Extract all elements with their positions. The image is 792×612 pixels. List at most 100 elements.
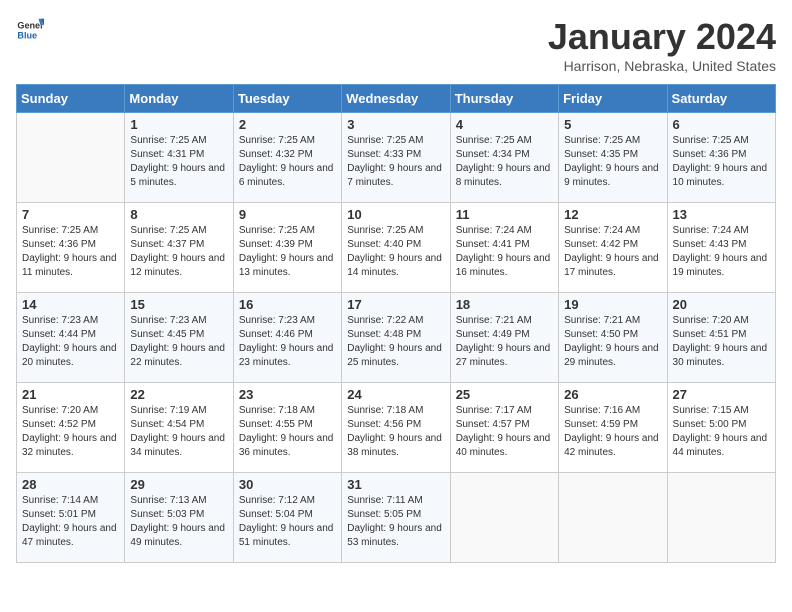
day-number: 17 (347, 297, 444, 312)
calendar-cell: 25 Sunrise: 7:17 AMSunset: 4:57 PMDayligh… (450, 383, 558, 473)
weekday-header-row: SundayMondayTuesdayWednesdayThursdayFrid… (17, 85, 776, 113)
day-info: Sunrise: 7:19 AMSunset: 4:54 PMDaylight:… (130, 404, 227, 460)
day-info: Sunrise: 7:21 AMSunset: 4:50 PMDaylight:… (564, 314, 661, 370)
day-number: 9 (239, 207, 336, 222)
day-info: Sunrise: 7:13 AMSunset: 5:03 PMDaylight:… (130, 494, 227, 550)
logo: General Blue (16, 16, 44, 44)
calendar-cell: 17Sunrise: 7:22 AMSunset: 4:48 PMDayligh… (342, 293, 450, 383)
day-number: 6 (673, 117, 770, 132)
day-info: Sunrise: 7:20 AMSunset: 4:52 PMDaylight:… (22, 404, 119, 460)
calendar-cell: 11Sunrise: 7:24 AMSunset: 4:41 PMDayligh… (450, 203, 558, 293)
calendar-cell (17, 113, 125, 203)
calendar-cell: 23Sunrise: 7:18 AMSunset: 4:55 PMDayligh… (233, 383, 341, 473)
svg-text:Blue: Blue (17, 30, 37, 40)
day-number: 5 (564, 117, 661, 132)
calendar-week-row: 28Sunrise: 7:14 AMSunset: 5:01 PMDayligh… (17, 473, 776, 563)
day-number: 20 (673, 297, 770, 312)
day-info: Sunrise: 7:24 AMSunset: 4:43 PMDaylight:… (673, 224, 770, 280)
calendar-cell: 1 Sunrise: 7:25 AMSunset: 4:31 PMDaylight… (125, 113, 233, 203)
day-number: 14 (22, 297, 119, 312)
calendar-cell: 31Sunrise: 7:11 AMSunset: 5:05 PMDayligh… (342, 473, 450, 563)
calendar-cell: 24 Sunrise: 7:18 AMSunset: 4:56 PMDayligh… (342, 383, 450, 473)
day-number: 4 (456, 117, 553, 132)
calendar-week-row: 1 Sunrise: 7:25 AMSunset: 4:31 PMDaylight… (17, 113, 776, 203)
day-number: 12 (564, 207, 661, 222)
calendar-cell: 15 Sunrise: 7:23 AMSunset: 4:45 PMDayligh… (125, 293, 233, 383)
calendar-cell: 13 Sunrise: 7:24 AMSunset: 4:43 PMDayligh… (667, 203, 775, 293)
day-info: Sunrise: 7:25 AMSunset: 4:37 PMDaylight:… (130, 224, 227, 280)
weekday-header-thursday: Thursday (450, 85, 558, 113)
day-info: Sunrise: 7:20 AMSunset: 4:51 PMDaylight:… (673, 314, 770, 370)
calendar-cell: 21 Sunrise: 7:20 AMSunset: 4:52 PMDayligh… (17, 383, 125, 473)
day-number: 3 (347, 117, 444, 132)
day-number: 27 (673, 387, 770, 402)
day-number: 7 (22, 207, 119, 222)
day-number: 30 (239, 477, 336, 492)
day-number: 26 (564, 387, 661, 402)
day-number: 25 (456, 387, 553, 402)
location-title: Harrison, Nebraska, United States (548, 58, 776, 74)
logo-icon: General Blue (16, 16, 44, 44)
day-info: Sunrise: 7:23 AMSunset: 4:45 PMDaylight:… (130, 314, 227, 370)
day-info: Sunrise: 7:23 AMSunset: 4:44 PMDaylight:… (22, 314, 119, 370)
day-number: 2 (239, 117, 336, 132)
calendar-cell: 18 Sunrise: 7:21 AMSunset: 4:49 PMDayligh… (450, 293, 558, 383)
calendar-cell: 5 Sunrise: 7:25 AMSunset: 4:35 PMDaylight… (559, 113, 667, 203)
day-number: 11 (456, 207, 553, 222)
day-number: 19 (564, 297, 661, 312)
day-info: Sunrise: 7:24 AMSunset: 4:42 PMDaylight:… (564, 224, 661, 280)
calendar-cell: 6Sunrise: 7:25 AMSunset: 4:36 PMDaylight… (667, 113, 775, 203)
calendar-cell: 16Sunrise: 7:23 AMSunset: 4:46 PMDayligh… (233, 293, 341, 383)
weekday-header-friday: Friday (559, 85, 667, 113)
day-info: Sunrise: 7:25 AMSunset: 4:35 PMDaylight:… (564, 134, 661, 190)
day-info: Sunrise: 7:12 AMSunset: 5:04 PMDaylight:… (239, 494, 336, 550)
day-number: 24 (347, 387, 444, 402)
calendar-cell: 9 Sunrise: 7:25 AMSunset: 4:39 PMDaylight… (233, 203, 341, 293)
day-info: Sunrise: 7:25 AMSunset: 4:39 PMDaylight:… (239, 224, 336, 280)
calendar-table: SundayMondayTuesdayWednesdayThursdayFrid… (16, 84, 776, 563)
calendar-cell: 28Sunrise: 7:14 AMSunset: 5:01 PMDayligh… (17, 473, 125, 563)
day-number: 22 (130, 387, 227, 402)
calendar-cell (559, 473, 667, 563)
day-info: Sunrise: 7:14 AMSunset: 5:01 PMDaylight:… (22, 494, 119, 550)
weekday-header-sunday: Sunday (17, 85, 125, 113)
day-info: Sunrise: 7:25 AMSunset: 4:40 PMDaylight:… (347, 224, 444, 280)
header-area: General Blue January 2024 Harrison, Nebr… (16, 16, 776, 74)
day-number: 15 (130, 297, 227, 312)
calendar-cell: 26 Sunrise: 7:16 AMSunset: 4:59 PMDayligh… (559, 383, 667, 473)
calendar-cell: 7 Sunrise: 7:25 AMSunset: 4:36 PMDaylight… (17, 203, 125, 293)
calendar-week-row: 14 Sunrise: 7:23 AMSunset: 4:44 PMDayligh… (17, 293, 776, 383)
day-info: Sunrise: 7:25 AMSunset: 4:33 PMDaylight:… (347, 134, 444, 190)
calendar-cell: 2 Sunrise: 7:25 AMSunset: 4:32 PMDaylight… (233, 113, 341, 203)
day-number: 18 (456, 297, 553, 312)
calendar-cell: 22 Sunrise: 7:19 AMSunset: 4:54 PMDayligh… (125, 383, 233, 473)
day-number: 29 (130, 477, 227, 492)
day-info: Sunrise: 7:16 AMSunset: 4:59 PMDaylight:… (564, 404, 661, 460)
day-info: Sunrise: 7:23 AMSunset: 4:46 PMDaylight:… (239, 314, 336, 370)
calendar-cell: 30 Sunrise: 7:12 AMSunset: 5:04 PMDayligh… (233, 473, 341, 563)
month-title: January 2024 (548, 16, 776, 58)
day-number: 31 (347, 477, 444, 492)
day-info: Sunrise: 7:18 AMSunset: 4:56 PMDaylight:… (347, 404, 444, 460)
weekday-header-wednesday: Wednesday (342, 85, 450, 113)
calendar-cell: 8Sunrise: 7:25 AMSunset: 4:37 PMDaylight… (125, 203, 233, 293)
calendar-cell (667, 473, 775, 563)
day-info: Sunrise: 7:18 AMSunset: 4:55 PMDaylight:… (239, 404, 336, 460)
calendar-cell: 4 Sunrise: 7:25 AMSunset: 4:34 PMDaylight… (450, 113, 558, 203)
day-info: Sunrise: 7:25 AMSunset: 4:32 PMDaylight:… (239, 134, 336, 190)
day-number: 10 (347, 207, 444, 222)
weekday-header-monday: Monday (125, 85, 233, 113)
day-info: Sunrise: 7:17 AMSunset: 4:57 PMDaylight:… (456, 404, 553, 460)
day-info: Sunrise: 7:25 AMSunset: 4:36 PMDaylight:… (22, 224, 119, 280)
day-number: 1 (130, 117, 227, 132)
weekday-header-tuesday: Tuesday (233, 85, 341, 113)
calendar-cell: 29 Sunrise: 7:13 AMSunset: 5:03 PMDayligh… (125, 473, 233, 563)
day-info: Sunrise: 7:25 AMSunset: 4:34 PMDaylight:… (456, 134, 553, 190)
day-info: Sunrise: 7:15 AMSunset: 5:00 PMDaylight:… (673, 404, 770, 460)
calendar-week-row: 7 Sunrise: 7:25 AMSunset: 4:36 PMDaylight… (17, 203, 776, 293)
day-info: Sunrise: 7:25 AMSunset: 4:31 PMDaylight:… (130, 134, 227, 190)
day-info: Sunrise: 7:21 AMSunset: 4:49 PMDaylight:… (456, 314, 553, 370)
day-number: 21 (22, 387, 119, 402)
calendar-cell: 20 Sunrise: 7:20 AMSunset: 4:51 PMDayligh… (667, 293, 775, 383)
day-number: 13 (673, 207, 770, 222)
